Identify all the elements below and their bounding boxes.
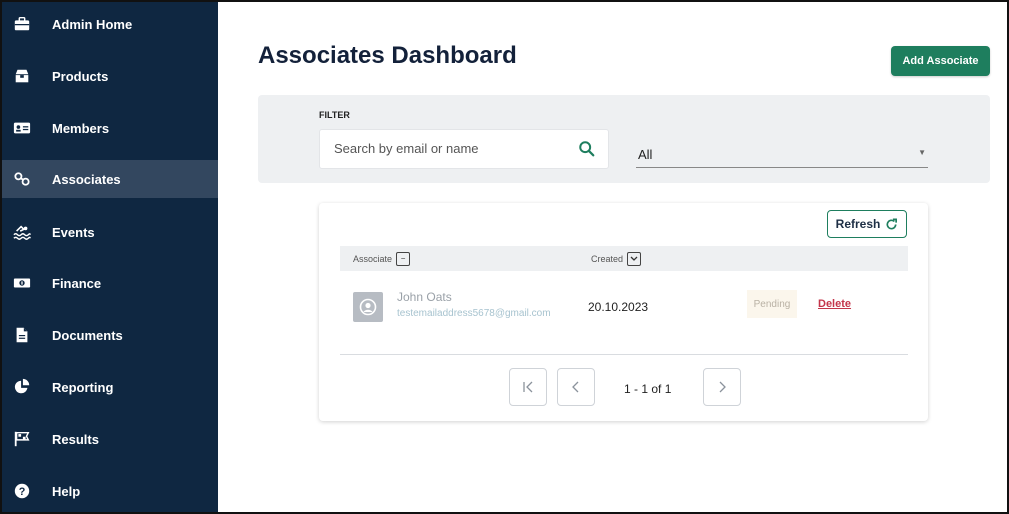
- filter-label: FILTER: [319, 110, 350, 120]
- caret-down-icon: ▼: [918, 148, 926, 157]
- chevron-right-icon: [719, 381, 726, 393]
- sidebar-item-label: Help: [52, 483, 81, 499]
- sidebar-item-documents[interactable]: Documents: [0, 316, 218, 354]
- previous-page-button[interactable]: [557, 368, 595, 406]
- main-content: Associates Dashboard Add Associate FILTE…: [218, 0, 1009, 514]
- search-icon[interactable]: [578, 140, 596, 158]
- search-input[interactable]: [332, 140, 566, 157]
- sidebar-item-label: Documents: [52, 327, 123, 343]
- sort-associate-button[interactable]: −: [396, 251, 411, 266]
- first-page-icon: [523, 381, 533, 393]
- product-box-icon: [12, 66, 32, 86]
- delete-link[interactable]: Delete: [818, 298, 851, 310]
- associate-name: John Oats: [397, 290, 452, 304]
- add-associate-button[interactable]: Add Associate: [891, 46, 990, 76]
- sort-created-button[interactable]: [627, 251, 642, 266]
- filter-panel: FILTER All ▼: [258, 95, 990, 183]
- first-page-button[interactable]: [509, 368, 547, 406]
- help-circle-icon: ?: [12, 481, 32, 501]
- associate-email: testemailaddress5678@gmail.com: [397, 308, 551, 319]
- sidebar-item-label: Products: [52, 68, 109, 84]
- status-badge: Pending: [747, 290, 797, 318]
- briefcase-icon: [12, 14, 32, 34]
- sidebar-item-admin-home[interactable]: Admin Home: [0, 5, 218, 43]
- column-header-created: Created: [591, 246, 642, 271]
- next-page-button[interactable]: [703, 368, 741, 406]
- refresh-icon: [886, 218, 898, 229]
- associates-table-card: Refresh Associate − Created John Oats te…: [319, 203, 928, 421]
- sidebar-item-label: Finance: [52, 275, 102, 291]
- sidebar-item-events[interactable]: Events: [0, 213, 218, 251]
- sidebar-item-finance[interactable]: Finance: [0, 264, 218, 302]
- link-icon: [12, 169, 32, 189]
- refresh-button[interactable]: Refresh: [827, 210, 907, 238]
- user-avatar-icon: [359, 298, 377, 316]
- refresh-label: Refresh: [835, 217, 881, 231]
- sidebar-item-help[interactable]: ? Help: [0, 472, 218, 510]
- page-title: Associates Dashboard: [258, 42, 517, 69]
- sidebar-item-label: Results: [52, 431, 99, 447]
- swimming-icon: [12, 222, 32, 242]
- chevron-left-icon: [572, 381, 579, 393]
- money-icon: [12, 273, 32, 293]
- sidebar-item-label: Admin Home: [52, 16, 133, 32]
- pagination-text: 1 - 1 of 1: [624, 382, 672, 396]
- column-label: Associate: [353, 253, 393, 264]
- pie-chart-icon: [12, 377, 32, 397]
- document-icon: [12, 325, 32, 345]
- sidebar-item-results[interactable]: Results: [0, 420, 218, 458]
- sidebar-item-members[interactable]: Members: [0, 109, 218, 147]
- column-header-associate: Associate −: [353, 246, 411, 271]
- sidebar-item-associates[interactable]: Associates: [0, 160, 218, 198]
- sidebar-item-label: Members: [52, 120, 110, 136]
- sidebar-item-label: Reporting: [52, 379, 114, 395]
- sidebar-item-reporting[interactable]: Reporting: [0, 368, 218, 406]
- sidebar: Admin Home Products Members Associates E…: [0, 0, 218, 514]
- divider: [340, 354, 908, 355]
- search-box: [319, 129, 609, 169]
- sidebar-item-label: Associates: [52, 171, 121, 187]
- sidebar-item-label: Events: [52, 224, 95, 240]
- id-card-icon: [12, 118, 32, 138]
- table-row: John Oats testemailaddress5678@gmail.com…: [340, 286, 908, 328]
- sidebar-item-products[interactable]: Products: [0, 57, 218, 95]
- svg-text:?: ?: [19, 486, 26, 498]
- chevron-down-icon: [630, 256, 638, 261]
- status-filter-select[interactable]: All ▼: [636, 139, 928, 168]
- checkered-flag-icon: [12, 429, 32, 449]
- avatar: [353, 292, 383, 322]
- table-header: Associate − Created: [340, 246, 908, 271]
- column-label: Created: [591, 253, 624, 264]
- created-date: 20.10.2023: [588, 300, 649, 314]
- select-value: All: [638, 147, 653, 162]
